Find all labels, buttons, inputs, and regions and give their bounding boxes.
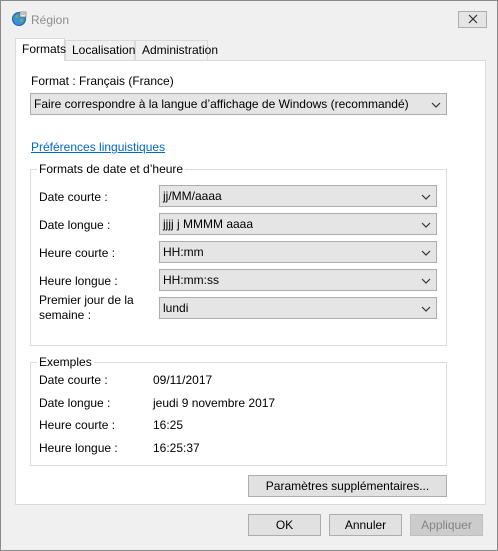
first-day-label-line2: semaine : xyxy=(39,308,92,322)
close-icon xyxy=(468,13,478,27)
tab-label: Administration xyxy=(142,43,219,57)
long-time-label: Heure longue : xyxy=(39,274,118,288)
long-time-value: HH:mm:ss xyxy=(163,273,219,287)
chevron-down-icon xyxy=(421,191,431,201)
example-short-time-label: Heure courte : xyxy=(39,418,116,432)
cancel-label: Annuler xyxy=(344,518,387,532)
tab-formats[interactable]: Formats xyxy=(15,38,67,61)
chevron-down-icon xyxy=(421,219,431,229)
first-day-value: lundi xyxy=(163,301,189,315)
region-dialog: Région Formats Localisation Administrati… xyxy=(0,0,498,551)
long-time-select[interactable]: HH:mm:ss xyxy=(159,269,437,291)
short-time-select[interactable]: HH:mm xyxy=(159,241,437,263)
first-day-label-line1: Premier jour de la xyxy=(39,293,134,307)
apply-label: Appliquer xyxy=(421,518,472,532)
additional-settings-button[interactable]: Paramètres supplémentaires... xyxy=(248,475,447,497)
title-bar: Région xyxy=(1,1,497,39)
apply-button: Appliquer xyxy=(410,514,483,536)
ok-button[interactable]: OK xyxy=(248,514,321,536)
long-date-value: jjjj j MMMM aaaa xyxy=(163,217,254,231)
example-short-date-label: Date courte : xyxy=(39,373,108,387)
format-select[interactable]: Faire correspondre à la langue d’afficha… xyxy=(30,93,447,115)
chevron-down-icon xyxy=(421,303,431,313)
chevron-down-icon xyxy=(421,275,431,285)
globe-icon xyxy=(11,11,27,27)
example-long-time-label: Heure longue : xyxy=(39,441,118,455)
date-time-formats-title: Formats de date et d’heure xyxy=(37,162,186,176)
first-day-select[interactable]: lundi xyxy=(159,297,437,319)
short-date-label: Date courte : xyxy=(39,190,108,204)
example-short-date-value: 09/11/2017 xyxy=(153,373,213,387)
examples-title: Exemples xyxy=(37,355,94,369)
chevron-down-icon xyxy=(421,247,431,257)
short-date-select[interactable]: jj/MM/aaaa xyxy=(159,185,437,207)
example-long-date-label: Date longue : xyxy=(39,396,111,410)
tab-label: Formats xyxy=(22,42,67,56)
short-time-value: HH:mm xyxy=(163,245,204,259)
short-date-value: jj/MM/aaaa xyxy=(163,189,222,203)
additional-settings-label: Paramètres supplémentaires... xyxy=(265,479,430,493)
format-label: Format : Français (France) xyxy=(31,74,174,88)
tab-localisation[interactable]: Localisation xyxy=(65,40,135,60)
close-button[interactable] xyxy=(458,11,487,28)
example-long-time-value: 16:25:37 xyxy=(153,441,200,455)
long-date-label: Date longue : xyxy=(39,218,111,232)
tab-administration[interactable]: Administration xyxy=(135,40,218,60)
cancel-button[interactable]: Annuler xyxy=(329,514,402,536)
example-short-time-value: 16:25 xyxy=(153,418,184,432)
window-title: Région xyxy=(31,13,70,27)
language-preferences-link[interactable]: Préférences linguistiques xyxy=(31,140,165,154)
chevron-down-icon xyxy=(431,99,441,109)
short-time-label: Heure courte : xyxy=(39,246,116,260)
ok-label: OK xyxy=(275,518,294,532)
long-date-select[interactable]: jjjj j MMMM aaaa xyxy=(159,213,437,235)
tab-label: Localisation xyxy=(72,43,136,57)
format-select-value: Faire correspondre à la langue d’afficha… xyxy=(34,97,409,111)
example-long-date-value: jeudi 9 novembre 2017 xyxy=(153,396,276,410)
